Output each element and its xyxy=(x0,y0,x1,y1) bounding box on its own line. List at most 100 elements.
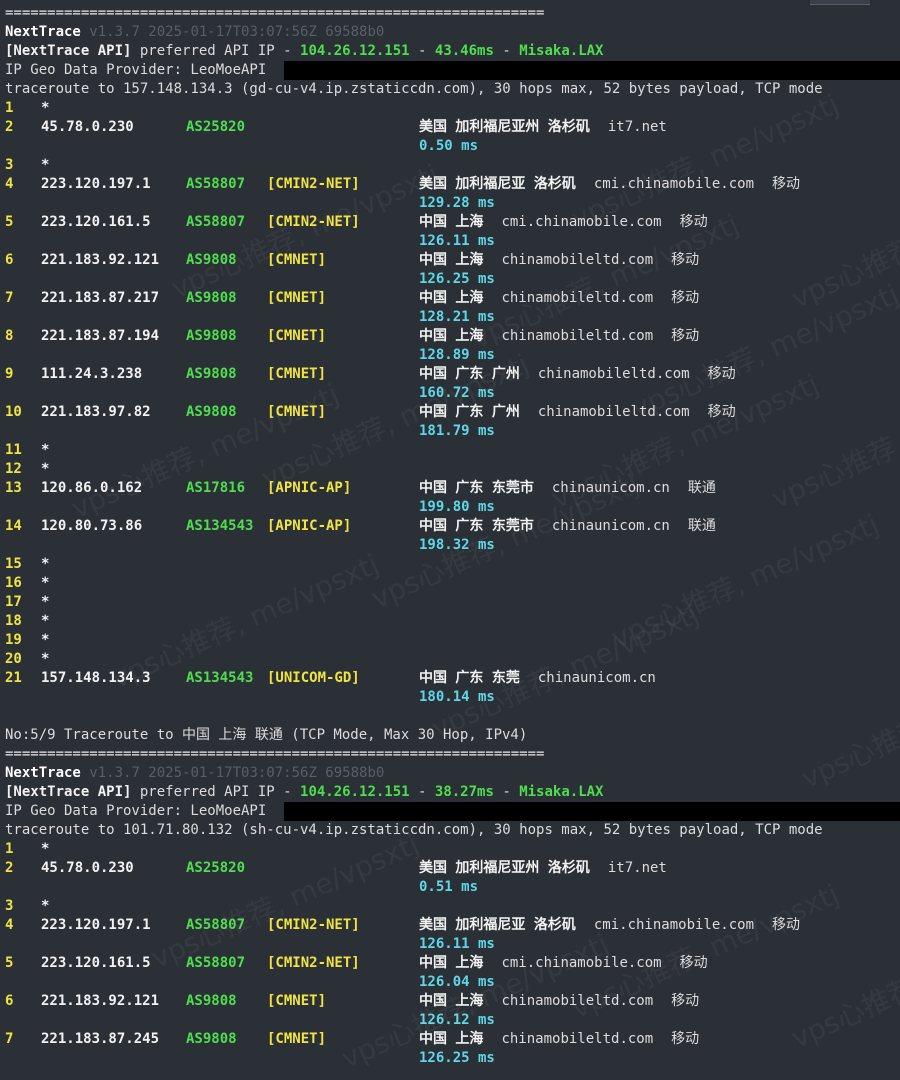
hop-ip: 221.183.97.82 xyxy=(41,404,151,420)
api-label: [NextTrace API] xyxy=(5,784,132,800)
hop-ip: 221.183.92.121 xyxy=(41,993,160,1009)
api-node: Misaka.LAX xyxy=(519,784,604,800)
hop-rtt: 180.14 ms xyxy=(419,689,495,705)
hop-number: 7 xyxy=(5,1031,14,1047)
api-latency: 38.27ms xyxy=(434,784,494,800)
hop-ip: 223.120.161.5 xyxy=(41,955,151,971)
hop-ip: 157.148.134.3 xyxy=(41,670,151,686)
hop-domain: chinamobileltd.com xyxy=(501,993,654,1009)
tool-version: v1.3.7 2025-01-17T03:07:56Z 69588b0 xyxy=(89,24,385,40)
redaction-bar xyxy=(284,802,900,821)
api-latency: 43.46ms xyxy=(434,43,494,59)
nexttrace-version-line: NextTrace v1.3.7 2025-01-17T03:07:56Z 69… xyxy=(5,764,384,783)
hop-domain: chinamobileltd.com xyxy=(537,366,690,382)
hop-isp: 移动 xyxy=(679,214,708,230)
hop-isp: 联通 xyxy=(687,518,716,534)
hop-timeout: * xyxy=(41,898,50,914)
hop-number: 13 xyxy=(5,480,22,496)
hop-number: 10 xyxy=(5,404,22,420)
hop-asn: AS25820 xyxy=(186,860,246,876)
separator: ========================================… xyxy=(5,5,545,21)
hop-geo: 美国 加利福尼亚 洛杉矶 xyxy=(419,917,576,933)
hop-domain: chinamobileltd.com xyxy=(501,328,654,344)
hop-number: 16 xyxy=(5,575,22,591)
hop-domain: chinaunicom.cn xyxy=(551,518,670,534)
tool-name: NextTrace xyxy=(5,24,81,40)
hop-isp: 移动 xyxy=(679,955,708,971)
hop-tag: [CMNET] xyxy=(267,993,327,1009)
hop-ip: 120.86.0.162 xyxy=(41,480,143,496)
hop-rtt: 128.21 ms xyxy=(419,309,495,325)
hop-geo: 美国 加利福尼亚州 洛杉矶 xyxy=(419,119,590,135)
hop-asn: AS134543 xyxy=(186,670,254,686)
hop-rtt: 128.89 ms xyxy=(419,347,495,363)
hop-tag: [CMNET] xyxy=(267,1031,327,1047)
hop-domain: cmi.chinamobile.com xyxy=(501,214,662,230)
hop-rtt: 126.11 ms xyxy=(419,936,495,952)
hop-geo: 中国 广东 广州 xyxy=(419,366,520,382)
api-node: Misaka.LAX xyxy=(519,43,604,59)
hop-geo: 中国 广东 东莞市 xyxy=(419,518,534,534)
hop-domain: it7.net xyxy=(607,860,667,876)
hop-number: 2 xyxy=(5,119,14,135)
hop-tag: [CMNET] xyxy=(267,252,327,268)
watermark: vps心推荐, me/vpsxtj xyxy=(796,648,900,796)
hop-tag: [UNICOM-GD] xyxy=(267,670,360,686)
hop-rtt: 126.25 ms xyxy=(419,271,495,287)
hop-number: 11 xyxy=(5,442,22,458)
terminal-window[interactable]: ========================================… xyxy=(0,0,900,1080)
geo-provider: IP Geo Data Provider: LeoMoeAPI xyxy=(5,803,267,819)
hop-number: 1 xyxy=(5,841,14,857)
hop-ip: 221.183.87.194 xyxy=(41,328,160,344)
section-title-line: No:5/9 Traceroute to 中国 上海 联通 (TCP Mode,… xyxy=(5,726,527,745)
hop-number: 6 xyxy=(5,993,14,1009)
hop-asn: AS58807 xyxy=(186,176,246,192)
hop-rtt: 199.80 ms xyxy=(419,499,495,515)
trace-header-line: traceroute to 101.71.80.132 (sh-cu-v4.ip… xyxy=(5,821,823,840)
hop-rtt: 0.50 ms xyxy=(419,138,479,154)
hop-number: 21 xyxy=(5,670,22,686)
hop-domain: chinamobileltd.com xyxy=(501,1031,654,1047)
hop-isp: 联通 xyxy=(687,480,716,496)
hop-timeout: * xyxy=(41,556,50,572)
hop-number: 14 xyxy=(5,518,22,534)
hop-rtt: 126.25 ms xyxy=(419,1050,495,1066)
hop-number: 6 xyxy=(5,252,14,268)
hop-asn: AS17816 xyxy=(186,480,246,496)
watermark: vps心推荐, me/vpsxtj xyxy=(786,908,900,1056)
hop-number: 9 xyxy=(5,366,14,382)
hop-rtt: 126.11 ms xyxy=(419,233,495,249)
hop-rtt: 198.32 ms xyxy=(419,537,495,553)
hop-number: 17 xyxy=(5,594,22,610)
hop-number: 18 xyxy=(5,613,22,629)
hop-rtt: 0.51 ms xyxy=(419,879,479,895)
hop-tag: [CMIN2-NET] xyxy=(267,917,360,933)
hop-asn: AS9808 xyxy=(186,328,237,344)
hop-geo: 中国 上海 xyxy=(419,1031,484,1047)
hop-tag: [CMNET] xyxy=(267,366,327,382)
hop-number: 19 xyxy=(5,632,22,648)
trace-header-line: traceroute to 157.148.134.3 (gd-cu-v4.ip… xyxy=(5,80,823,99)
separator-line: ========================================… xyxy=(5,4,544,23)
hop-number: 15 xyxy=(5,556,22,572)
hop-tag: [CMNET] xyxy=(267,404,327,420)
hop-geo: 中国 上海 xyxy=(419,252,484,268)
hop-domain: cmi.chinamobile.com xyxy=(501,955,662,971)
hop-geo: 中国 上海 xyxy=(419,955,484,971)
hop-tag: [CMNET] xyxy=(267,290,327,306)
hop-tag: [CMIN2-NET] xyxy=(267,214,360,230)
dash: - xyxy=(409,784,435,800)
hop-number: 12 xyxy=(5,461,22,477)
hop-geo: 美国 加利福尼亚州 洛杉矶 xyxy=(419,860,590,876)
hop-domain: chinaunicom.cn xyxy=(537,670,656,686)
hop-ip: 45.78.0.230 xyxy=(41,860,134,876)
hop-timeout: * xyxy=(41,100,50,116)
hop-number: 3 xyxy=(5,157,14,173)
hop-geo: 中国 上海 xyxy=(419,214,484,230)
dash: - xyxy=(493,43,520,59)
hop-ip: 45.78.0.230 xyxy=(41,119,134,135)
hop-asn: AS134543 xyxy=(186,518,254,534)
api-label: [NextTrace API] xyxy=(5,43,132,59)
hop-domain: it7.net xyxy=(607,119,667,135)
hop-domain: chinamobileltd.com xyxy=(537,404,690,420)
